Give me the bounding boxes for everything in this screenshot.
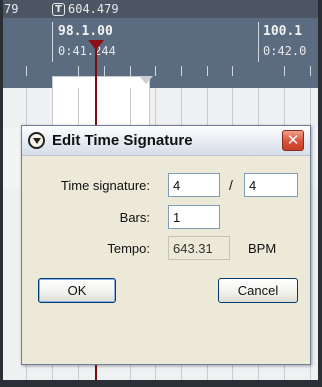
ruler-top-band[interactable]: [0, 0, 322, 18]
tempo-unit-label: BPM: [248, 241, 277, 256]
ok-button[interactable]: OK: [38, 278, 116, 303]
ruler-tick: [155, 66, 156, 76]
ruler-tick: [26, 66, 27, 76]
numerator-input[interactable]: [168, 173, 220, 197]
ruler-position2-measure: 100.1: [263, 24, 303, 39]
ruler-position2-time: 0:42.0: [263, 44, 307, 58]
loop-end-marker[interactable]: [139, 76, 153, 84]
ruler-tick: [258, 22, 259, 62]
ruler-tick: [284, 66, 285, 76]
time-selection[interactable]: [52, 76, 150, 126]
ruler-tick: [310, 66, 311, 76]
tempo-marker-icon[interactable]: T: [52, 3, 65, 16]
time-signature-slash: /: [229, 177, 233, 193]
close-button[interactable]: ✕: [282, 130, 304, 151]
app-logo-icon: [28, 132, 45, 149]
ruler-label-partial: 79: [4, 2, 19, 16]
ruler-tick: [104, 66, 105, 76]
ruler-position-measure: 98.1.00: [58, 24, 113, 39]
ruler-tick: [52, 22, 53, 62]
denominator-input[interactable]: [244, 173, 298, 197]
cancel-button[interactable]: Cancel: [218, 278, 298, 303]
time-signature-label: Time signature:: [60, 178, 150, 193]
tempo-label: Tempo:: [107, 241, 150, 256]
tempo-field: [168, 236, 230, 260]
dialog-titlebar[interactable]: Edit Time Signature ✕: [22, 126, 310, 156]
bars-label: Bars:: [119, 210, 150, 225]
playhead-flag-icon[interactable]: [88, 40, 104, 50]
ruler-tick: [130, 66, 131, 76]
window-border-right: [318, 0, 322, 387]
ruler-tick: [207, 66, 208, 76]
window-border-bottom: [0, 380, 322, 387]
ruler-position-time: 0:41.244: [58, 44, 116, 58]
bars-input[interactable]: [168, 205, 220, 229]
window-border-left: [0, 0, 3, 387]
tempo-marker-value: 604.479: [68, 2, 119, 16]
edit-time-signature-dialog: Edit Time Signature ✕ Time signature: / …: [21, 125, 311, 365]
dialog-title: Edit Time Signature: [52, 132, 193, 149]
ruler-tick: [232, 66, 233, 76]
ruler-tick: [181, 66, 182, 76]
ruler-tick: [78, 66, 79, 76]
